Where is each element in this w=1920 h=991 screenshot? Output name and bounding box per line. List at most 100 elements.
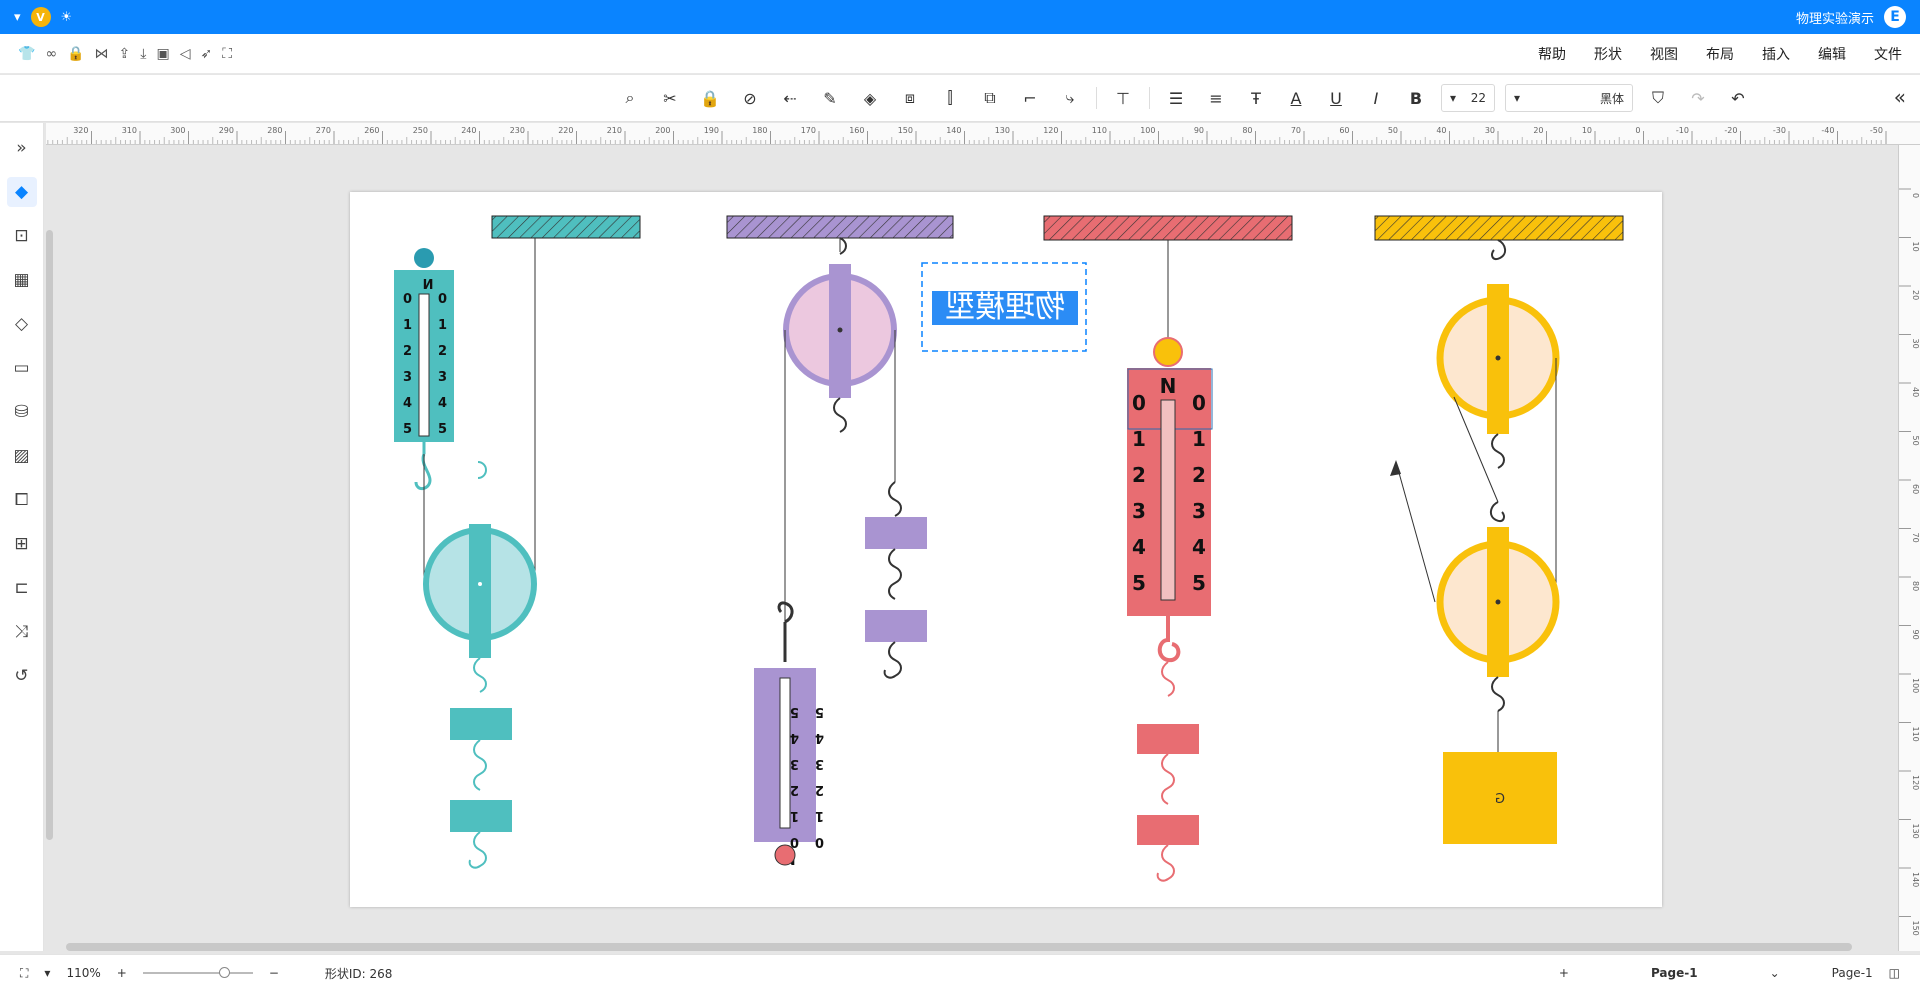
- drawing-page[interactable]: N 0 1 2 3 4 5 0 1 2 3 4 5 0 1 2 3 4 5 0 …: [350, 192, 1662, 907]
- theme-icon[interactable]: ☀: [61, 10, 73, 25]
- layers-icon[interactable]: ◇: [7, 309, 37, 339]
- horizontal-scrollbar[interactable]: [66, 943, 1852, 951]
- add-page-button[interactable]: +: [1559, 966, 1569, 980]
- page-nav[interactable]: Page-1: [1832, 966, 1873, 980]
- zoom-out-button[interactable]: −: [269, 966, 279, 980]
- dropdown-icon[interactable]: ▾: [14, 10, 21, 25]
- weight-g[interactable]: G: [1443, 752, 1557, 844]
- zoom-in-button[interactable]: +: [117, 966, 127, 980]
- ceiling-red[interactable]: [1043, 215, 1293, 241]
- shuffle-icon[interactable]: ⤨: [7, 617, 37, 647]
- pointer-icon[interactable]: ➶: [201, 46, 213, 62]
- menu-view[interactable]: 视图: [1650, 44, 1678, 64]
- fill-bucket-icon[interactable]: ◈: [856, 84, 884, 112]
- text-vertical-icon[interactable]: Ŧ: [1242, 84, 1270, 112]
- underline-icon[interactable]: U: [1322, 84, 1350, 112]
- pulley-teal[interactable]: [423, 461, 537, 693]
- group-icon[interactable]: ⧈: [896, 84, 924, 112]
- fullscreen-icon[interactable]: ⛶: [222, 46, 232, 62]
- zoom-level[interactable]: 110%: [66, 966, 100, 980]
- zoom-slider[interactable]: [142, 967, 253, 978]
- style-panel-icon[interactable]: ◆: [6, 177, 37, 207]
- expand-panel-icon[interactable]: »: [7, 133, 37, 163]
- force-arrow[interactable]: [1395, 461, 1436, 603]
- presentation-icon[interactable]: ▭: [7, 353, 37, 383]
- download-icon[interactable]: ⤓: [140, 46, 146, 62]
- vip-badge[interactable]: V: [30, 7, 51, 27]
- menu-shape[interactable]: 形状: [1594, 44, 1622, 64]
- menu-layout[interactable]: 布局: [1706, 44, 1734, 64]
- vertical-scrollbar[interactable]: [46, 230, 53, 840]
- zoom-dropdown-icon[interactable]: ▾: [44, 966, 50, 980]
- fit-page-icon[interactable]: ⛶: [20, 966, 28, 981]
- save-icon[interactable]: ▣: [156, 46, 169, 62]
- layer-icon[interactable]: ⧉: [976, 84, 1004, 112]
- text-align-icon[interactable]: ≡: [1202, 84, 1230, 112]
- history-icon[interactable]: ↺: [7, 661, 37, 691]
- play-icon[interactable]: ◁: [180, 46, 191, 62]
- line-spacing-icon[interactable]: ☰: [1162, 84, 1190, 112]
- ceiling-purple[interactable]: [726, 215, 954, 239]
- spring-scale-red[interactable]: N 0 1 2 3 4 5 0 1 2 3 4 5: [1127, 337, 1213, 663]
- page-setup-icon[interactable]: ⊡: [7, 221, 37, 251]
- font-color-icon[interactable]: A: [1282, 84, 1310, 112]
- spring-scale-purple[interactable]: 0 1 2 3 4 5 0 1 2 3 4 5 N: [754, 601, 824, 866]
- weight-block-purple[interactable]: [865, 517, 927, 549]
- weight-block-teal[interactable]: [450, 708, 512, 740]
- ruler-icon[interactable]: ⊏: [7, 573, 37, 603]
- bold-icon[interactable]: B: [1402, 84, 1430, 112]
- font-family-select[interactable]: ▾ 黑体: [1505, 84, 1633, 112]
- redo-icon[interactable]: ↷: [1684, 84, 1712, 112]
- scale-tick: 0: [815, 834, 824, 849]
- structure-icon[interactable]: ⊞: [7, 529, 37, 559]
- panel-toggle-icon[interactable]: ◫: [1889, 966, 1900, 980]
- pulley-purple[interactable]: [783, 237, 897, 433]
- export-icon[interactable]: ⇪: [119, 46, 131, 62]
- weight-block-red[interactable]: [1137, 724, 1199, 754]
- hook-link: [468, 831, 487, 869]
- ruler-label: 140: [1911, 872, 1920, 887]
- share-icon[interactable]: ⋈: [95, 46, 109, 62]
- search-icon[interactable]: ⌕: [616, 84, 644, 112]
- menu-insert[interactable]: 插入: [1762, 44, 1790, 64]
- image-icon[interactable]: ▨: [7, 441, 37, 471]
- tab-page-1[interactable]: Page-1: [1641, 966, 1708, 980]
- text-box-physics-model[interactable]: 物理模型: [921, 262, 1087, 352]
- scale-tick: 2: [438, 344, 447, 359]
- chevron-down-icon[interactable]: ⌄: [1770, 966, 1780, 980]
- format-painter-icon[interactable]: ⛉: [1644, 84, 1672, 112]
- weight-block-teal[interactable]: [450, 800, 512, 832]
- ruler-label: 250: [413, 126, 428, 135]
- no-fill-icon[interactable]: ⊘: [736, 84, 764, 112]
- ruler-label: 70: [1911, 533, 1920, 543]
- align-icon[interactable]: ⫿: [936, 84, 964, 112]
- line-style-icon[interactable]: ⇠: [776, 84, 804, 112]
- lock-icon[interactable]: 🔒: [696, 84, 724, 112]
- pen-icon[interactable]: ✎: [816, 84, 844, 112]
- weight-block-purple[interactable]: [865, 610, 927, 642]
- font-size-select[interactable]: ▾ 22: [1441, 84, 1495, 112]
- menu-help[interactable]: 帮助: [1538, 44, 1566, 64]
- database-icon[interactable]: ⛁: [7, 397, 37, 427]
- ceiling-teal[interactable]: [491, 215, 641, 239]
- lock-icon[interactable]: 🔒: [67, 46, 84, 62]
- pulley-yellow-bottom[interactable]: [1436, 527, 1560, 712]
- text-box-icon[interactable]: ⊤: [1109, 84, 1137, 112]
- undo-icon[interactable]: ↶: [1724, 84, 1752, 112]
- pulley-yellow-top[interactable]: [1436, 284, 1560, 469]
- spring-scale-teal[interactable]: N 0 1 2 3 4 5 0 1 2 3 4 5: [394, 248, 454, 490]
- grid-icon[interactable]: ▦: [7, 265, 37, 295]
- connector-icon[interactable]: ⤷: [1056, 84, 1084, 112]
- menu-file[interactable]: 文件: [1874, 44, 1902, 64]
- weight-block-red[interactable]: [1137, 815, 1199, 845]
- glasses-icon[interactable]: ∞: [45, 46, 57, 62]
- ceiling-yellow[interactable]: [1374, 215, 1624, 241]
- collapse-toolbar-icon[interactable]: «: [1894, 85, 1906, 109]
- zoom-slider-knob[interactable]: [218, 967, 230, 978]
- corner-line-icon[interactable]: ⌐: [1016, 84, 1044, 112]
- org-chart-icon[interactable]: ⧠: [7, 485, 37, 515]
- tools-icon[interactable]: ✂: [656, 84, 684, 112]
- menu-edit[interactable]: 编辑: [1818, 44, 1846, 64]
- shirt-icon[interactable]: 👕: [18, 46, 35, 62]
- italic-icon[interactable]: I: [1362, 84, 1390, 112]
